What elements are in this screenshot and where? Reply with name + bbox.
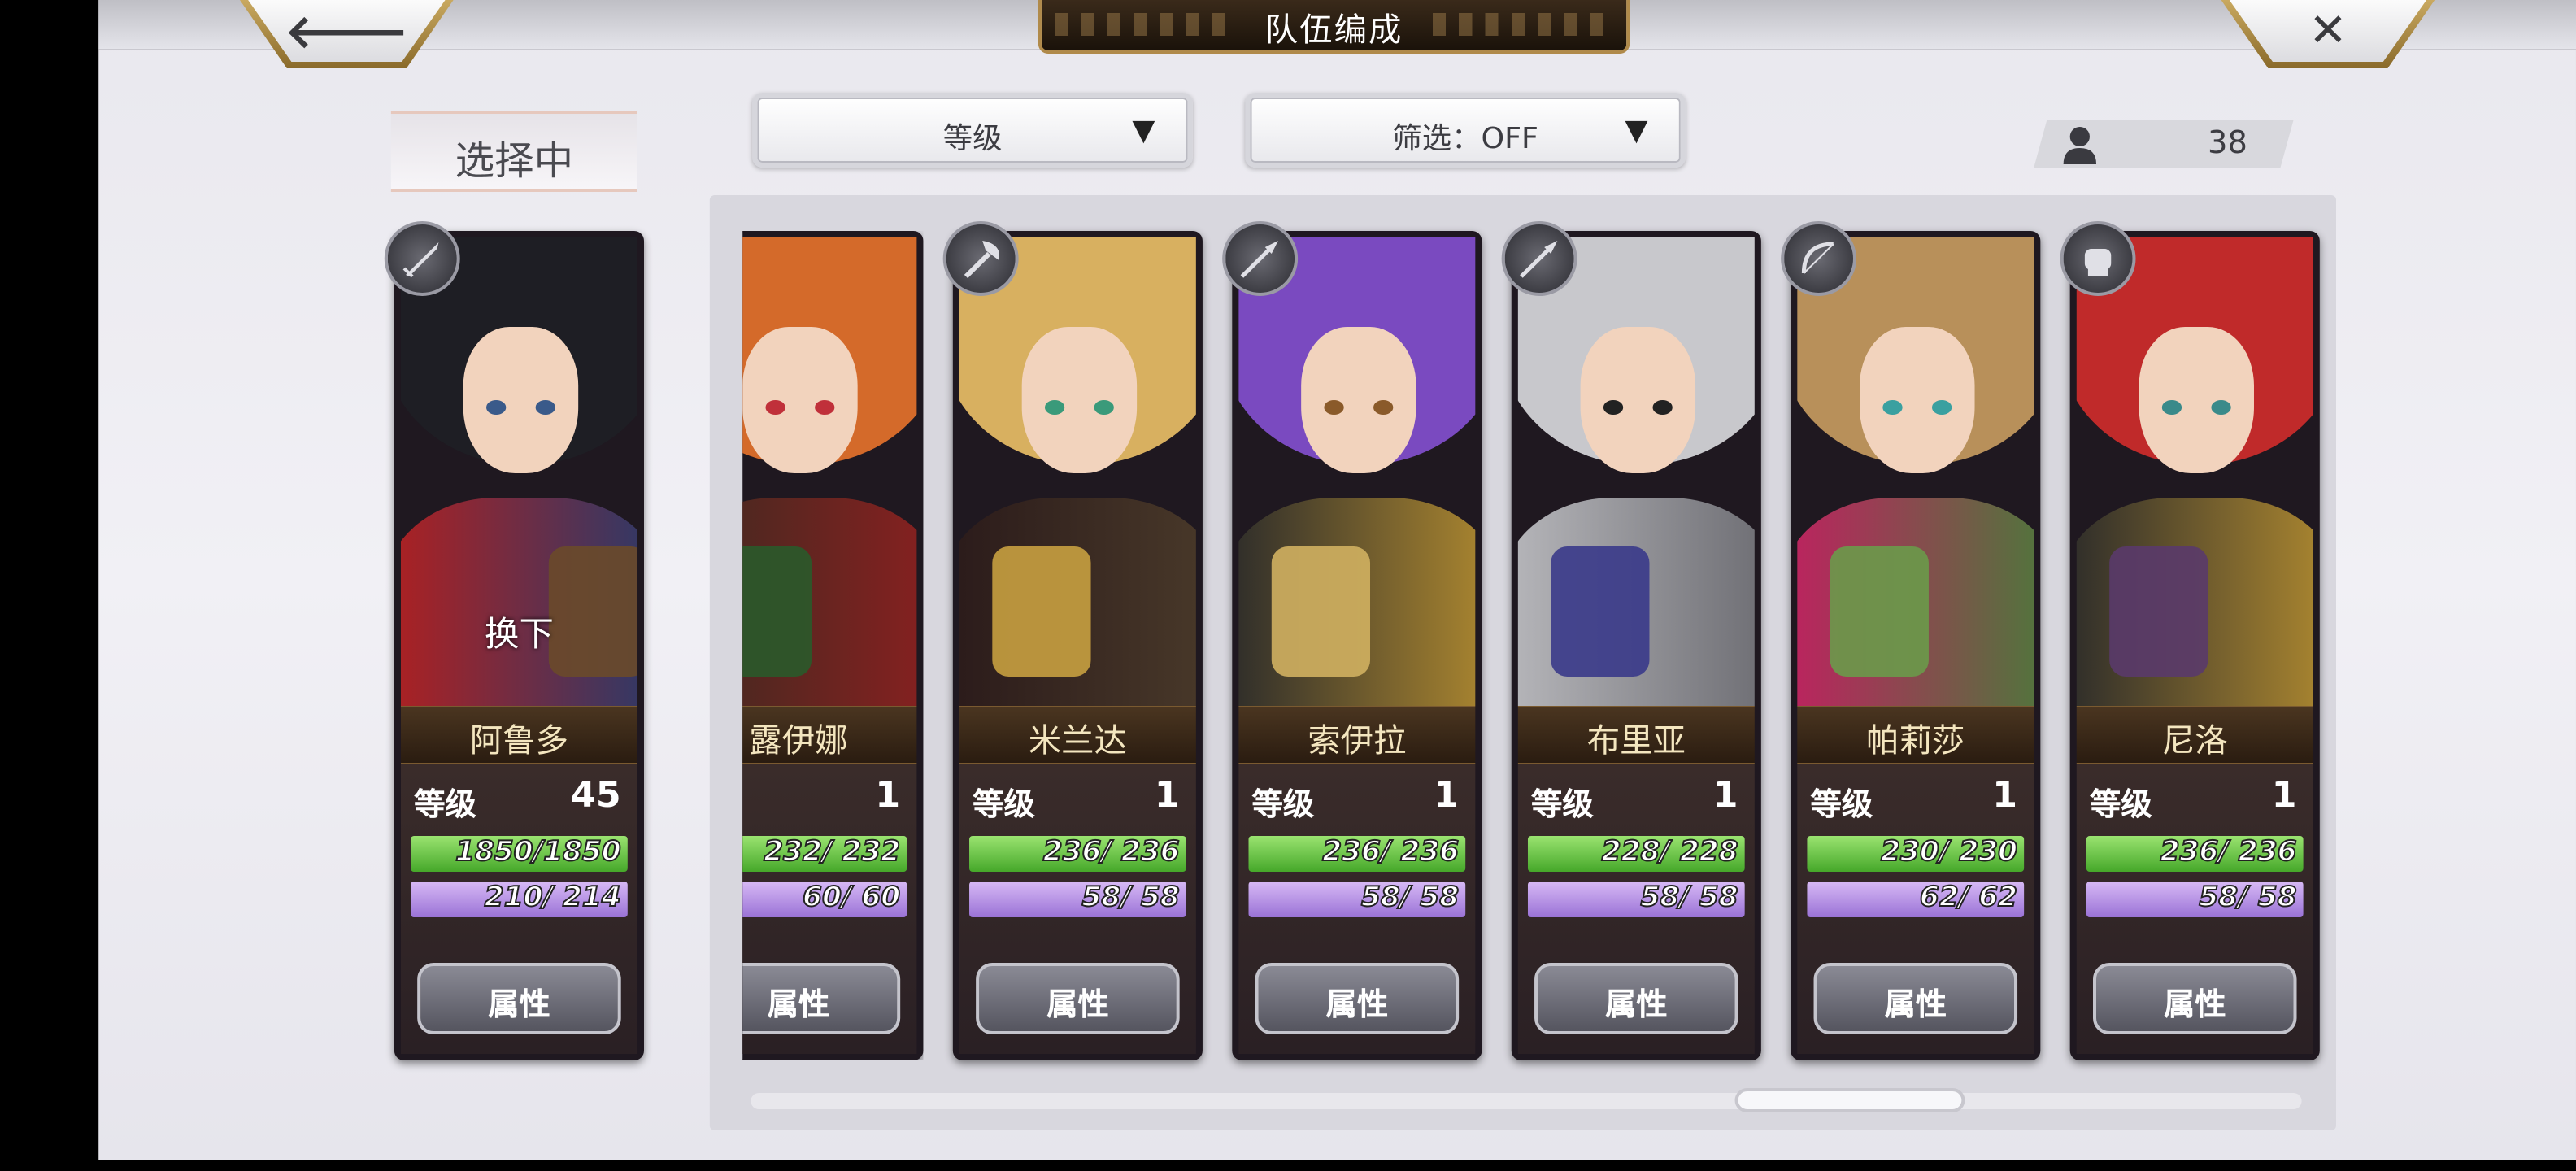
character-name: 索伊拉 bbox=[1308, 720, 1407, 760]
hp-text: 236/ 236 bbox=[1042, 835, 1181, 869]
level-value: 1 bbox=[1992, 776, 2018, 816]
mp-bar: 58/ 58 bbox=[1248, 881, 1466, 917]
attribute-button-label: 属性 bbox=[1046, 987, 1109, 1023]
level-value: 1 bbox=[2271, 776, 2297, 816]
mp-bar: 58/ 58 bbox=[1527, 881, 1745, 917]
attribute-button-label: 属性 bbox=[1884, 987, 1947, 1023]
character-portrait bbox=[1238, 237, 1476, 706]
selecting-text: 选择中 bbox=[455, 138, 574, 184]
character-portrait: 换下 bbox=[400, 237, 637, 706]
spear-icon bbox=[1501, 221, 1577, 296]
mp-bar: 210/ 214 bbox=[411, 881, 628, 917]
scroll-thumb[interactable] bbox=[1734, 1088, 1965, 1112]
attribute-button[interactable]: 属性 bbox=[417, 963, 621, 1034]
mp-text: 58/ 58 bbox=[1081, 881, 1181, 915]
level-label: 等级 bbox=[2089, 787, 2152, 823]
character-name: 帕莉莎 bbox=[1866, 720, 1965, 760]
character-name: 阿鲁多 bbox=[469, 720, 569, 760]
attribute-button-label: 属性 bbox=[1604, 987, 1668, 1023]
attribute-button-label: 属性 bbox=[2163, 987, 2226, 1023]
close-button[interactable]: ✕ bbox=[2221, 0, 2435, 68]
hp-text: 236/ 236 bbox=[1321, 835, 1460, 869]
selecting-label: 选择中 bbox=[390, 111, 637, 192]
hp-text: 228/ 228 bbox=[1601, 835, 1739, 869]
hp-bar: 230/ 230 bbox=[1807, 835, 2025, 872]
team-formation-screen: 🡐 队伍编成 ✕ 选择中 等级 ▼ 筛选：OFF ▼ 38 换下 阿鲁多 等级 … bbox=[98, 0, 2576, 1160]
hp-bar: 236/ 236 bbox=[1248, 835, 1466, 872]
hp-text: 230/ 230 bbox=[1880, 835, 2018, 869]
back-button[interactable]: 🡐 bbox=[239, 0, 454, 68]
attribute-button[interactable]: 属性 bbox=[2092, 963, 2297, 1034]
close-icon: ✕ bbox=[2308, 3, 2348, 57]
character-portrait bbox=[1517, 237, 1755, 706]
filter-dropdown[interactable]: 筛选：OFF ▼ bbox=[1245, 93, 1686, 168]
sort-dropdown[interactable]: 等级 ▼ bbox=[752, 93, 1193, 168]
level-value: 1 bbox=[1434, 776, 1460, 816]
attribute-button[interactable]: 属性 bbox=[1534, 963, 1738, 1034]
sword-icon bbox=[384, 221, 460, 296]
fist-icon bbox=[2060, 221, 2136, 296]
attribute-button[interactable]: 属性 bbox=[1255, 963, 1460, 1034]
character-portrait bbox=[959, 237, 1196, 706]
spear-icon bbox=[1222, 221, 1299, 296]
bow-icon bbox=[1781, 221, 1857, 296]
character-name: 米兰达 bbox=[1028, 720, 1127, 760]
level-label: 等级 bbox=[1810, 787, 1873, 823]
title-plate: 队伍编成 bbox=[1038, 0, 1630, 54]
swap-out-label[interactable]: 换下 bbox=[401, 608, 637, 657]
mp-text: 58/ 58 bbox=[1639, 881, 1738, 915]
level-value: 45 bbox=[570, 776, 621, 816]
dropdown-arrow-icon: ▼ bbox=[1625, 114, 1648, 148]
attribute-button-label: 属性 bbox=[488, 987, 550, 1023]
character-card[interactable]: 帕莉莎 等级 1 230/ 230 62/ 62 属性 bbox=[1781, 221, 2041, 1060]
selected-character-card[interactable]: 换下 阿鲁多 等级 45 1850/1850 210/ 214 属性 bbox=[384, 221, 644, 1060]
level-value: 1 bbox=[1712, 776, 1738, 816]
mp-text: 62/ 62 bbox=[1919, 881, 2018, 915]
level-value: 1 bbox=[1154, 776, 1180, 816]
character-name: 布里亚 bbox=[1586, 720, 1686, 760]
character-name: 尼洛 bbox=[2161, 720, 2228, 760]
level-value: 1 bbox=[875, 776, 901, 816]
mp-bar: 58/ 58 bbox=[969, 881, 1186, 917]
attribute-button[interactable]: 属性 bbox=[976, 963, 1180, 1034]
filter-dropdown-value: 筛选：OFF bbox=[1392, 122, 1538, 156]
mp-text: 58/ 58 bbox=[2198, 881, 2297, 915]
page-title: 队伍编成 bbox=[1264, 10, 1403, 49]
unit-count: 38 bbox=[2208, 125, 2247, 161]
bottom-black-border bbox=[0, 1160, 2576, 1171]
sort-dropdown-value: 等级 bbox=[942, 122, 1003, 156]
arrow-left-icon: 🡐 bbox=[285, 5, 409, 59]
character-portrait bbox=[2076, 237, 2313, 706]
character-portrait bbox=[1797, 237, 2034, 706]
user-icon bbox=[2063, 127, 2097, 164]
left-black-border bbox=[0, 0, 99, 1171]
level-label: 等级 bbox=[1531, 787, 1594, 823]
character-card[interactable]: 布里亚 等级 1 228/ 228 58/ 58 属性 bbox=[1501, 221, 1761, 1060]
attribute-button-label: 属性 bbox=[1325, 987, 1389, 1023]
mp-text: 210/ 214 bbox=[484, 881, 622, 915]
character-card[interactable]: 尼洛 等级 1 236/ 236 58/ 58 属性 bbox=[2060, 221, 2320, 1060]
hp-bar: 228/ 228 bbox=[1527, 835, 1745, 872]
level-label: 等级 bbox=[1251, 787, 1315, 823]
scroll-track[interactable] bbox=[751, 1093, 2302, 1109]
hp-bar: 1850/1850 bbox=[411, 835, 628, 872]
attribute-button[interactable]: 属性 bbox=[1813, 963, 2018, 1034]
mp-text: 58/ 58 bbox=[1360, 881, 1460, 915]
level-label: 等级 bbox=[973, 787, 1035, 823]
hp-bar: 236/ 236 bbox=[2086, 835, 2304, 872]
mp-bar: 62/ 62 bbox=[1807, 881, 2025, 917]
dropdown-arrow-icon: ▼ bbox=[1132, 114, 1155, 148]
hp-text: 1850/1850 bbox=[455, 835, 622, 869]
level-label: 等级 bbox=[414, 787, 476, 823]
character-card[interactable]: 米兰达 等级 1 236/ 236 58/ 58 属性 bbox=[942, 221, 1203, 1060]
hp-bar: 236/ 236 bbox=[969, 835, 1186, 872]
character-card[interactable]: 索伊拉 等级 1 236/ 236 58/ 58 属性 bbox=[1222, 221, 1482, 1060]
unit-count-box: 38 bbox=[2034, 120, 2294, 168]
mp-bar: 58/ 58 bbox=[2086, 881, 2304, 917]
axe-icon bbox=[942, 221, 1019, 296]
hp-text: 236/ 236 bbox=[2160, 835, 2298, 869]
